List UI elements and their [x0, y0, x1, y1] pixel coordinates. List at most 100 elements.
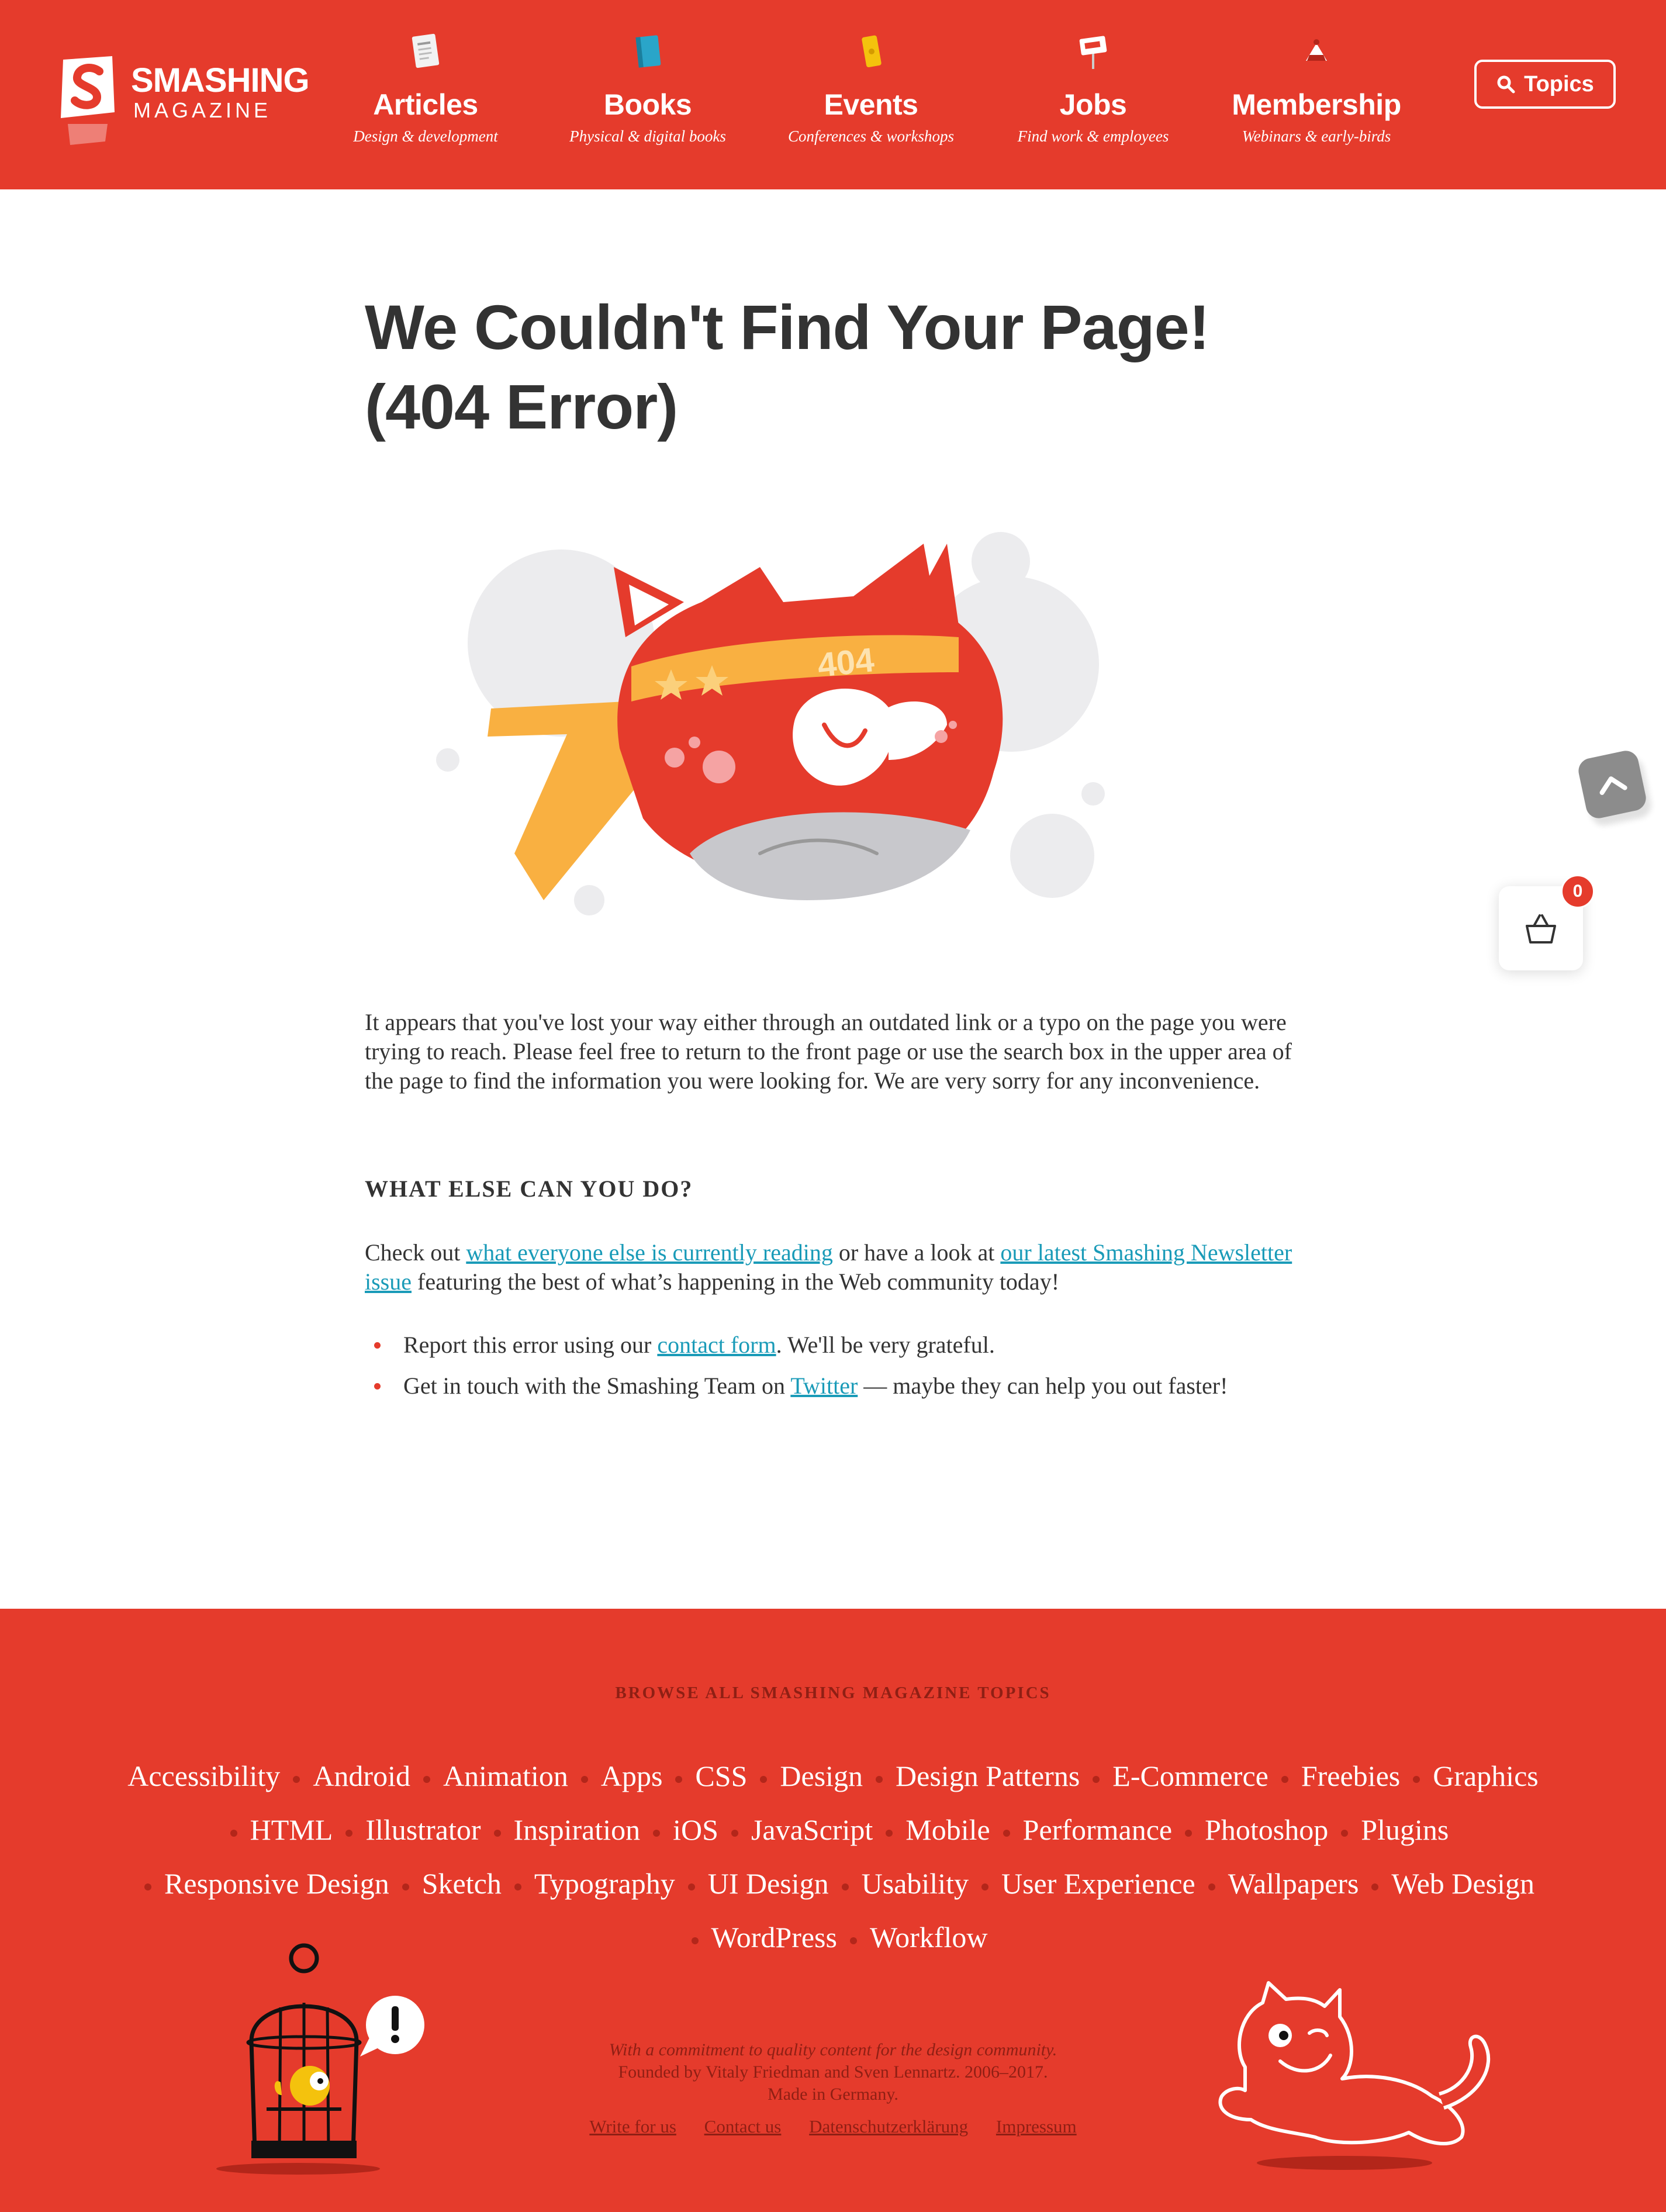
topic-link-javascript[interactable]: JavaScript [751, 1803, 873, 1857]
topic-link-css[interactable]: CSS [695, 1749, 747, 1803]
site-logo[interactable]: SMASHING MAGAZINE [58, 56, 316, 150]
topic-link-ios[interactable]: iOS [673, 1803, 718, 1857]
nav-articles[interactable]: Articles Design & development [326, 32, 525, 160]
separator-dot [580, 1775, 588, 1783]
write-for-us-link[interactable]: Write for us [589, 2116, 676, 2137]
bullet-icon [374, 1383, 381, 1390]
book-icon [635, 35, 661, 68]
nav-label: Books [603, 88, 692, 121]
list-item-text: — maybe they can help you out faster! [858, 1373, 1228, 1399]
topic-link-illustrator[interactable]: Illustrator [365, 1803, 481, 1857]
topic-link-design[interactable]: Design [780, 1749, 863, 1803]
separator-dot [841, 1883, 849, 1890]
list-item: Report this error using our contact form… [365, 1330, 1294, 1360]
topic-link-plugins[interactable]: Plugins [1361, 1803, 1449, 1857]
nav-books[interactable]: Books Physical & digital books [548, 32, 747, 160]
nav-label: Events [824, 88, 918, 121]
separator-dot [687, 1883, 695, 1890]
separator-dot [981, 1883, 988, 1890]
paragraph-text: Check out [365, 1239, 466, 1266]
separator-dot [1341, 1829, 1349, 1837]
list-item-text: Report this error using our [403, 1332, 658, 1358]
topic-link-responsive-design[interactable]: Responsive Design [164, 1857, 389, 1910]
topic-link-apps[interactable]: Apps [601, 1749, 663, 1803]
privacy-policy-link[interactable]: Datenschutzerklärung [809, 2116, 968, 2137]
topic-link-ui-design[interactable]: UI Design [708, 1857, 829, 1910]
nav-sublabel: Webinars & early-birds [1242, 127, 1391, 145]
topic-link-inspiration[interactable]: Inspiration [514, 1803, 641, 1857]
topic-link-graphics[interactable]: Graphics [1433, 1749, 1539, 1803]
nav-jobs[interactable]: Jobs Find work & employees [994, 32, 1193, 160]
topic-link-e-commerce[interactable]: E-Commerce [1112, 1749, 1268, 1803]
footer-heading: BROWSE ALL SMASHING MAGAZINE TOPICS [615, 1684, 1051, 1702]
basket-icon [1526, 914, 1556, 943]
angry-cat-404-illustration: 404 [436, 532, 1105, 915]
nav-label: Membership [1232, 88, 1401, 121]
topic-link-performance[interactable]: Performance [1023, 1803, 1172, 1857]
topic-link-html[interactable]: HTML [250, 1803, 333, 1857]
tagline-made-in: Made in Germany. [768, 2085, 898, 2104]
search-icon [1497, 75, 1515, 94]
page-title: We Couldn't Find Your Page! (404 Error) [365, 292, 1210, 442]
illustration-404-text: 404 [815, 641, 876, 685]
separator-dot [1185, 1829, 1193, 1837]
topic-link-freebies[interactable]: Freebies [1301, 1749, 1400, 1803]
separator-dot [345, 1829, 353, 1837]
footer-tagline: With a commitment to quality content for… [0, 2039, 1666, 2106]
topic-link-wallpapers[interactable]: Wallpapers [1228, 1857, 1359, 1910]
topic-link-sketch[interactable]: Sketch [422, 1857, 502, 1910]
paragraph-text: or have a look at [832, 1239, 1001, 1266]
separator-dot [691, 1937, 699, 1944]
topics-list: Accessibility Android Animation Apps CSS Desi… [82, 1749, 1584, 1964]
nav-label: Articles [373, 88, 478, 121]
topics-button[interactable]: Topics [1474, 60, 1616, 109]
separator-dot [1281, 1775, 1288, 1783]
logo-reflection-icon [68, 124, 108, 145]
article-icon [412, 33, 440, 68]
topic-link-typography[interactable]: Typography [534, 1857, 675, 1910]
nav-membership[interactable]: Membership Webinars & early-birds [1217, 32, 1416, 160]
footer-links: Write for us Contact us Datenschutzerklä… [0, 2116, 1666, 2137]
contact-us-link[interactable]: Contact us [704, 2116, 782, 2137]
tagline-commitment: With a commitment to quality content for… [609, 2040, 1057, 2059]
separator-dot [675, 1775, 683, 1783]
topic-link-web-design[interactable]: Web Design [1391, 1857, 1534, 1910]
nav-sublabel: Design & development [353, 127, 498, 145]
currently-reading-link[interactable]: what everyone else is currently reading [466, 1239, 833, 1266]
topic-link-photoshop[interactable]: Photoshop [1205, 1803, 1328, 1857]
separator-dot [1003, 1829, 1010, 1837]
separator-dot [423, 1775, 430, 1783]
twitter-link[interactable]: Twitter [790, 1373, 858, 1399]
bullet-icon [374, 1342, 381, 1349]
topic-link-wordpress[interactable]: WordPress [711, 1910, 837, 1964]
help-list: Report this error using our contact form… [365, 1330, 1294, 1412]
separator-dot [1208, 1883, 1215, 1890]
topic-link-user-experience[interactable]: User Experience [1001, 1857, 1195, 1910]
separator-dot [493, 1829, 501, 1837]
topic-link-mobile[interactable]: Mobile [905, 1803, 990, 1857]
topic-link-accessibility[interactable]: Accessibility [127, 1749, 280, 1803]
topic-link-animation[interactable]: Animation [443, 1749, 568, 1803]
separator-dot [144, 1883, 152, 1890]
topic-link-android[interactable]: Android [313, 1749, 410, 1803]
nav-events[interactable]: Events Conferences & workshops [772, 32, 970, 160]
separator-dot [1093, 1775, 1100, 1783]
imprint-link[interactable]: Impressum [996, 2116, 1077, 2137]
site-header: SMASHING MAGAZINE Articles Design & deve… [0, 0, 1666, 189]
paragraph-text: featuring the best of what’s happening i… [412, 1269, 1060, 1295]
open-sign-icon [1079, 36, 1107, 69]
smashing-logo-icon [61, 56, 115, 118]
topic-link-workflow[interactable]: Workflow [870, 1910, 988, 1964]
topics-button-label: Topics [1524, 71, 1594, 96]
topic-link-design-patterns[interactable]: Design Patterns [896, 1749, 1080, 1803]
contact-form-link[interactable]: contact form [657, 1332, 776, 1358]
separator-dot [731, 1829, 738, 1837]
list-item-text: Get in touch with the Smashing Team on [403, 1373, 791, 1399]
separator-dot [514, 1883, 521, 1890]
separator-dot [760, 1775, 768, 1783]
list-item-text: . We'll be very grateful. [776, 1332, 995, 1358]
separator-dot [293, 1775, 300, 1783]
scroll-to-top-button[interactable] [1576, 748, 1648, 821]
topic-link-usability[interactable]: Usability [862, 1857, 969, 1910]
nav-sublabel: Physical & digital books [569, 127, 726, 145]
